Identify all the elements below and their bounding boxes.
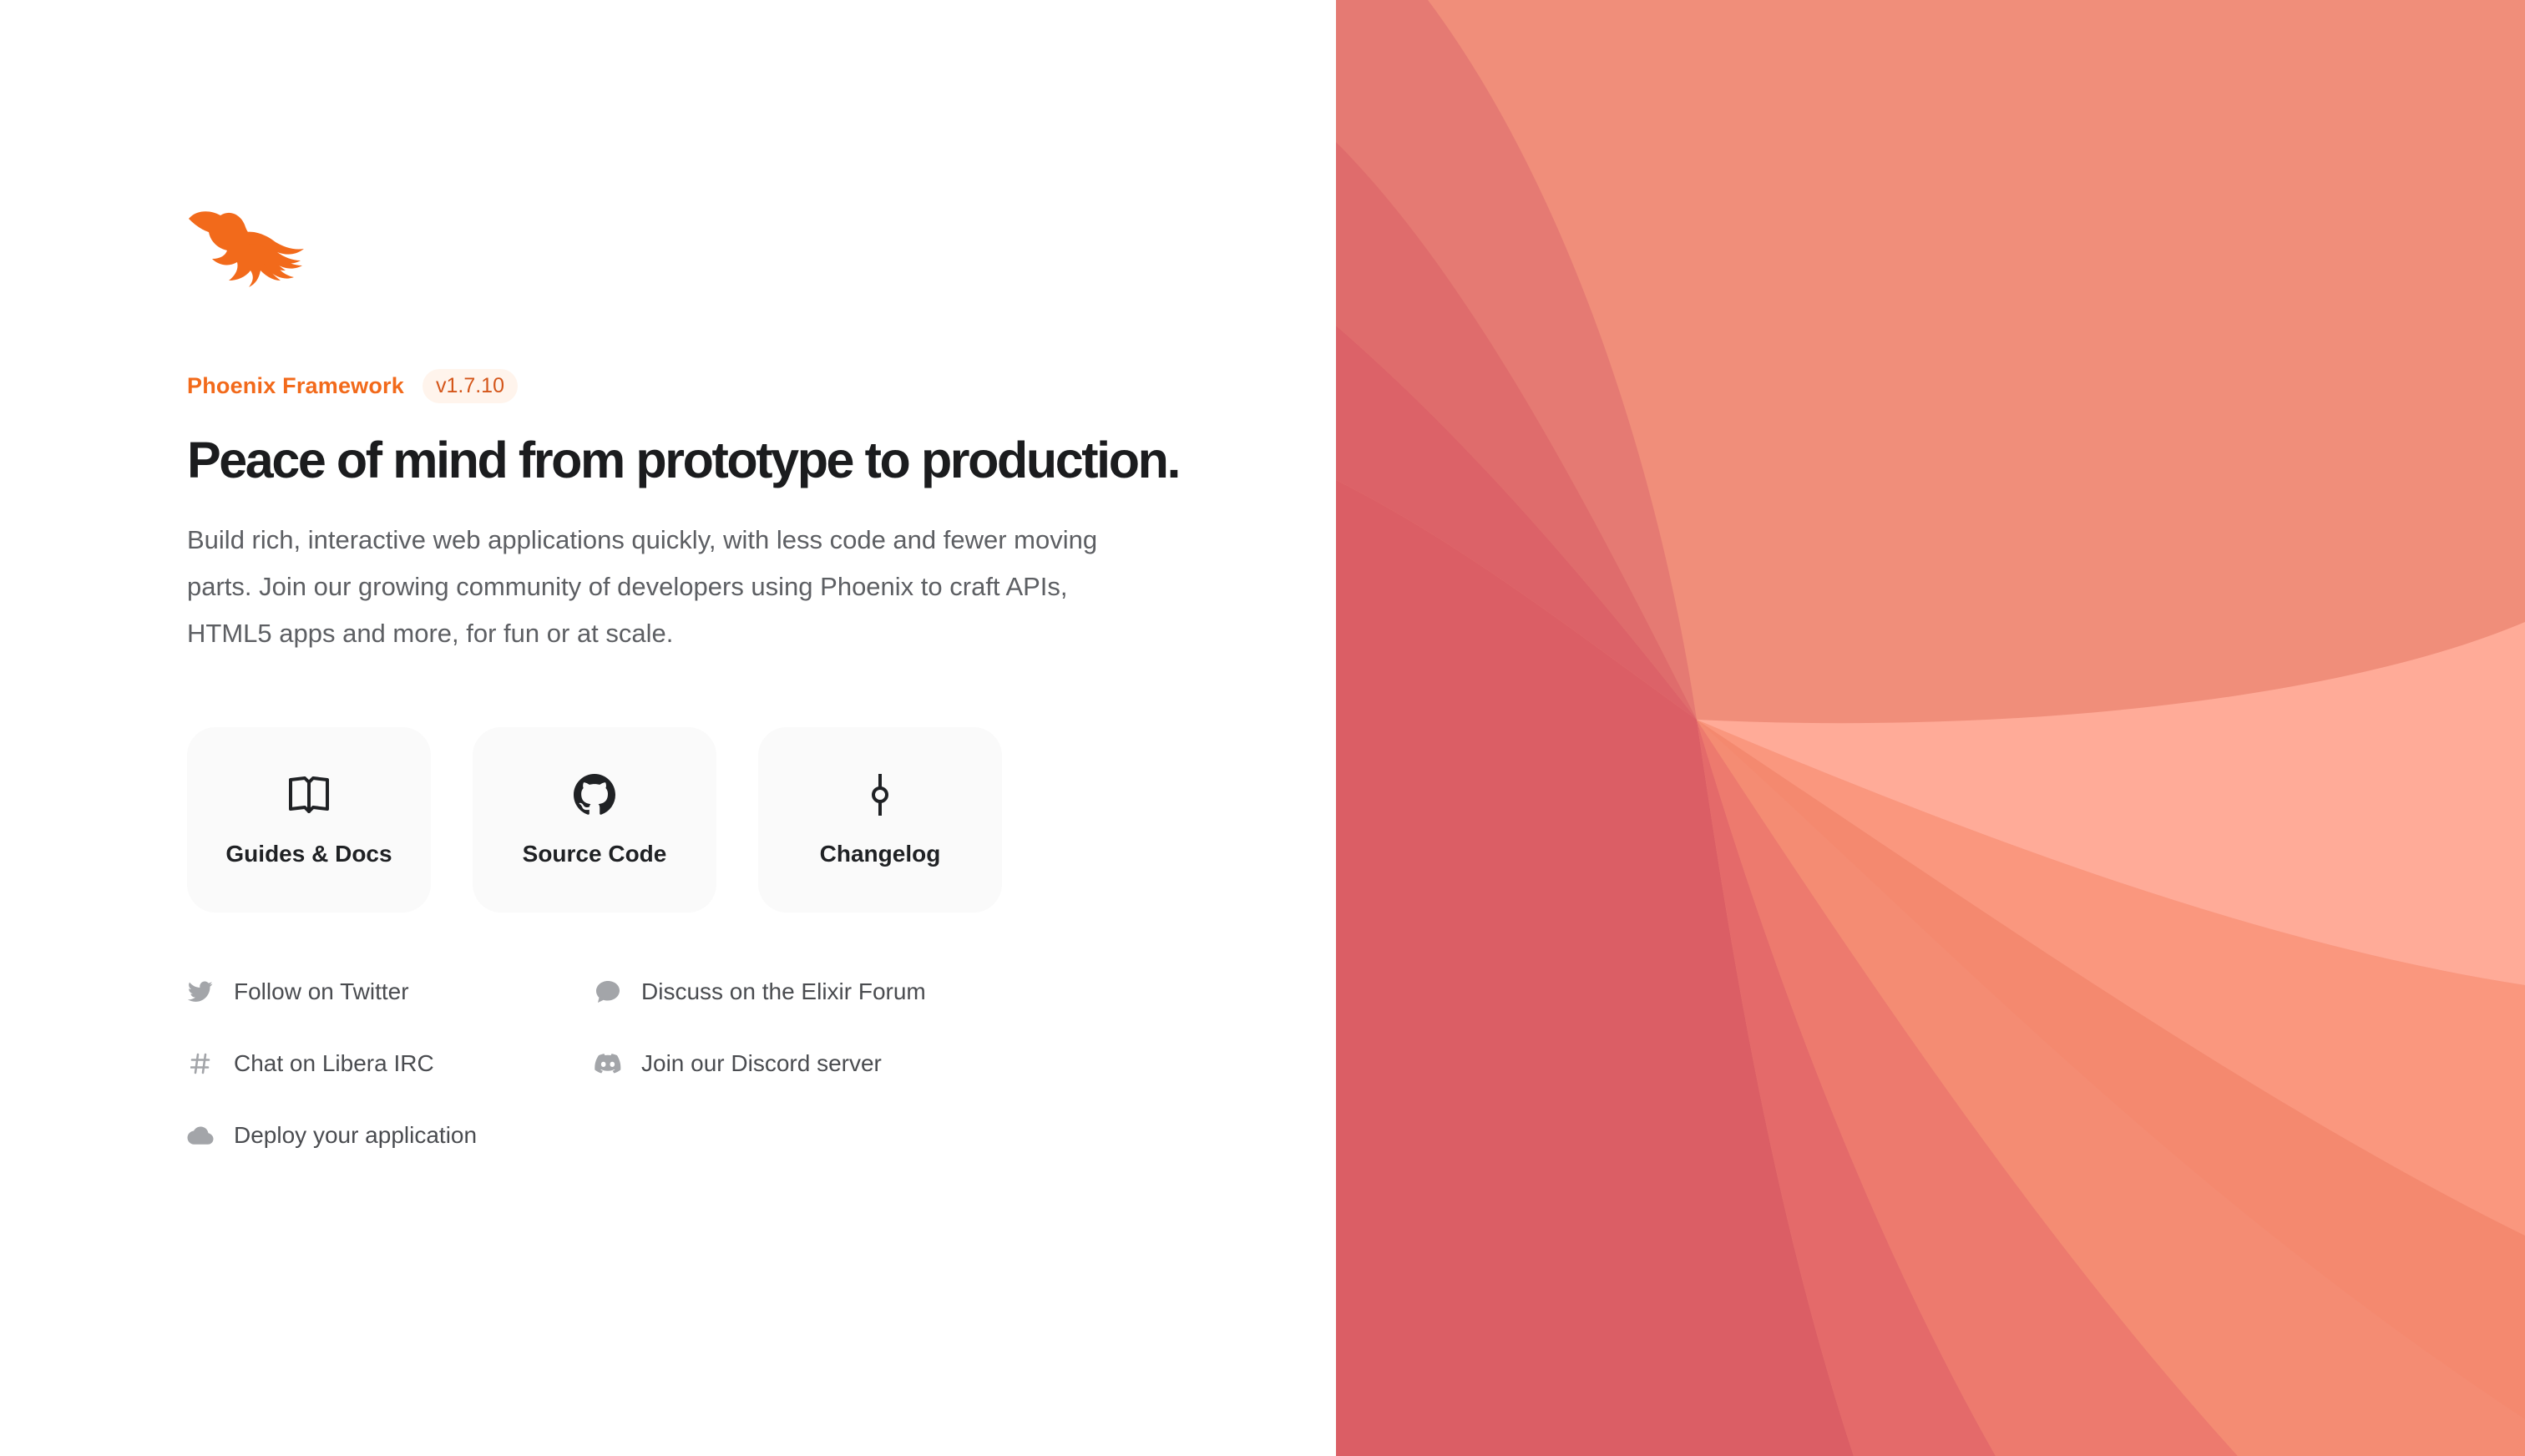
- github-icon: [572, 772, 617, 817]
- discord-icon: [595, 1050, 621, 1077]
- main-content-panel: Phoenix Framework v1.7.10 Peace of mind …: [0, 0, 1336, 1456]
- changelog-card[interactable]: Changelog: [758, 727, 1002, 913]
- source-code-label: Source Code: [522, 841, 667, 867]
- hashtag-icon: [187, 1050, 214, 1077]
- twitter-link[interactable]: Follow on Twitter: [187, 976, 595, 1008]
- brand-name: Phoenix Framework: [187, 372, 404, 398]
- brand-row: Phoenix Framework v1.7.10: [187, 367, 1156, 404]
- deploy-link-label: Deploy your application: [234, 1122, 478, 1149]
- page-title: Peace of mind from prototype to producti…: [187, 432, 1181, 488]
- cloud-icon: [187, 1122, 214, 1149]
- version-badge: v1.7.10: [422, 368, 518, 403]
- chat-bubble-icon: [595, 978, 621, 1005]
- hero-content: Phoenix Framework v1.7.10 Peace of mind …: [187, 207, 1181, 1151]
- discord-link-label: Join our Discord server: [641, 1050, 882, 1077]
- resource-cards: Guides & Docs Source Code Changelog: [187, 727, 1156, 913]
- source-code-card[interactable]: Source Code: [473, 727, 716, 913]
- decorative-wave-art: [1336, 0, 2525, 1456]
- twitter-link-label: Follow on Twitter: [234, 978, 409, 1005]
- community-links: Follow on Twitter Discuss on the Elixir …: [187, 976, 1156, 1151]
- libera-irc-link-label: Chat on Libera IRC: [234, 1050, 434, 1077]
- book-icon: [286, 772, 331, 817]
- libera-irc-link[interactable]: Chat on Libera IRC: [187, 1048, 595, 1079]
- hero-description: Build rich, interactive web applications…: [187, 525, 1098, 649]
- commit-icon: [858, 772, 903, 817]
- decorative-art-panel: [1336, 0, 2525, 1456]
- deploy-link[interactable]: Deploy your application: [187, 1120, 595, 1151]
- guides-docs-label: Guides & Docs: [225, 841, 392, 867]
- phoenix-logo: [189, 211, 304, 287]
- phoenix-landing-page: Phoenix Framework v1.7.10 Peace of mind …: [0, 0, 2525, 1456]
- discord-link[interactable]: Join our Discord server: [595, 1048, 1002, 1079]
- changelog-label: Changelog: [819, 841, 941, 867]
- guides-docs-card[interactable]: Guides & Docs: [187, 727, 431, 913]
- elixir-forum-link-label: Discuss on the Elixir Forum: [641, 978, 926, 1005]
- elixir-forum-link[interactable]: Discuss on the Elixir Forum: [595, 976, 1002, 1008]
- twitter-icon: [187, 978, 214, 1005]
